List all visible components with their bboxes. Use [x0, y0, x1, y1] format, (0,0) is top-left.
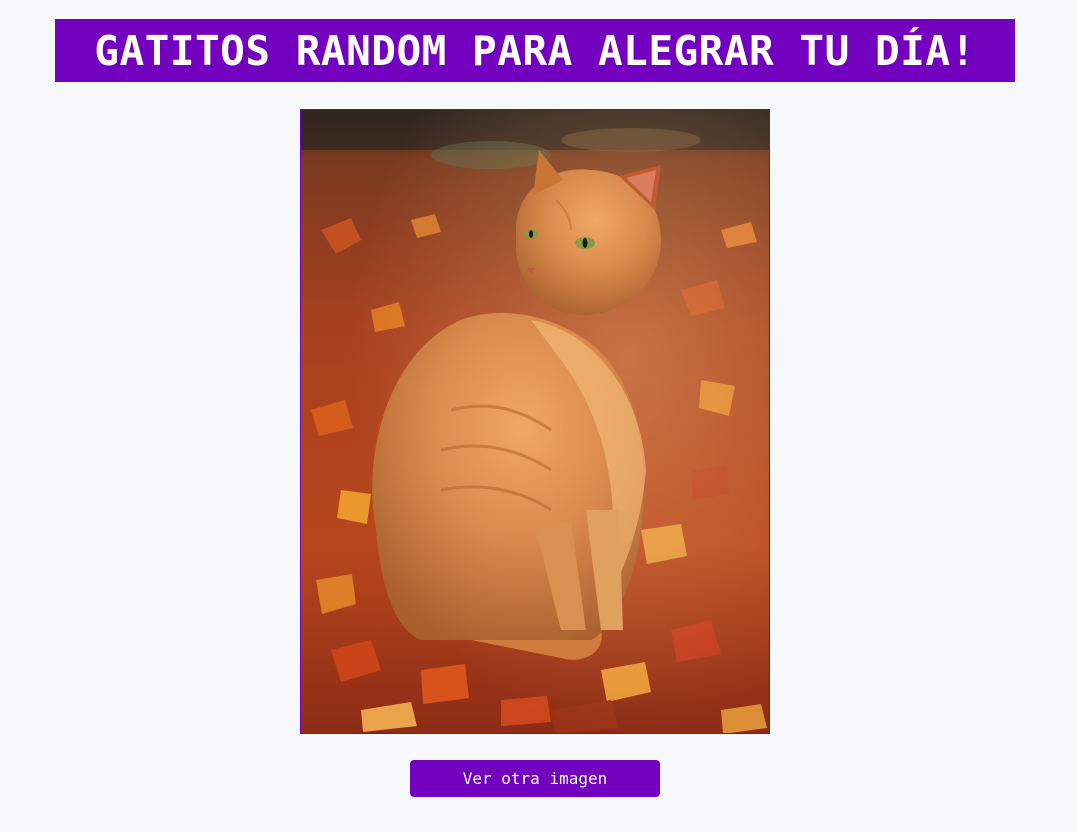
- page: GATITOS RANDOM PARA ALEGRAR TU DÍA! Ver …: [0, 0, 1077, 832]
- title-banner: GATITOS RANDOM PARA ALEGRAR TU DÍA!: [55, 19, 1015, 82]
- cat-photo-frame: [300, 109, 770, 734]
- next-image-button[interactable]: Ver otra imagen: [410, 760, 660, 797]
- cat-photo: [301, 110, 769, 733]
- page-title: GATITOS RANDOM PARA ALEGRAR TU DÍA!: [94, 26, 976, 75]
